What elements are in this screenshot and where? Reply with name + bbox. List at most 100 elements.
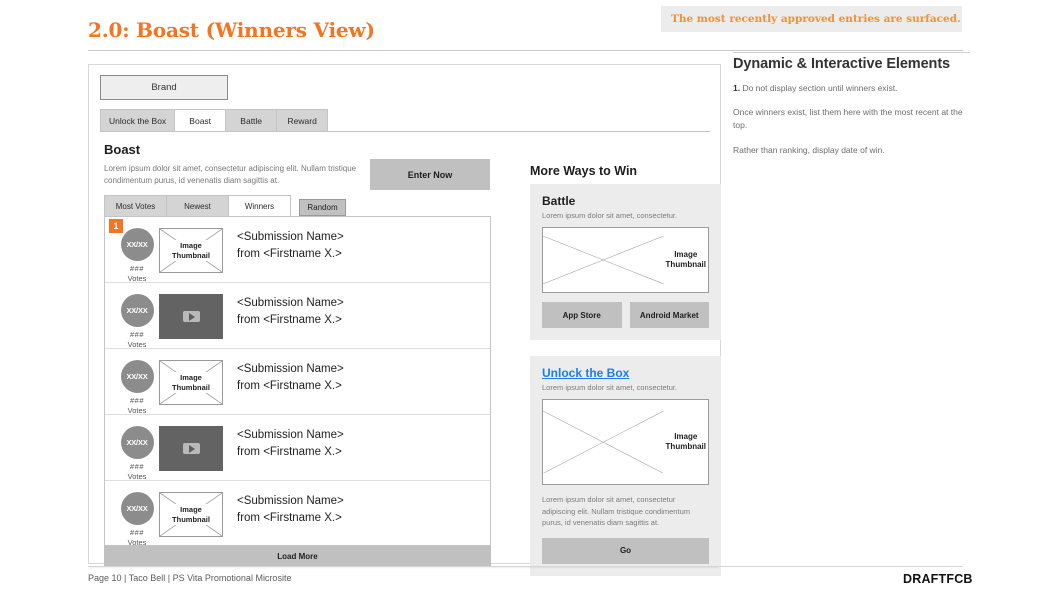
- footer-text: Page 10 | Taco Bell | PS Vita Promotiona…: [88, 573, 292, 583]
- play-icon[interactable]: [182, 311, 200, 322]
- thumbnail-label: Image Thumbnail: [663, 249, 708, 271]
- submission-name: <Submission Name>: [237, 231, 344, 243]
- note-text: Once winners exist, list them here with …: [733, 107, 963, 131]
- image-thumbnail[interactable]: Image Thumbnail: [159, 492, 223, 537]
- vote-count: ###: [129, 462, 144, 471]
- tab-reward[interactable]: Reward: [276, 109, 329, 131]
- date-circle: XX/XX: [120, 360, 154, 393]
- callout-banner: The most recently approved entries are s…: [661, 6, 962, 32]
- thumbnail-label: Image Thumbnail: [170, 240, 212, 261]
- battle-image-thumbnail[interactable]: Image Thumbnail: [542, 227, 709, 293]
- play-triangle-icon: [189, 444, 195, 453]
- placeholder-cross-icon: [543, 236, 664, 284]
- submission-name: <Submission Name>: [237, 495, 344, 507]
- annotation-badge-1: 1: [109, 219, 123, 233]
- brand-logo[interactable]: Brand: [100, 75, 228, 100]
- battle-buttons: App Store Android Market: [542, 302, 709, 328]
- main-tab-bar: Unlock the Box Boast Battle Reward: [100, 109, 710, 132]
- submission-author: from <Firstname X.>: [237, 445, 342, 458]
- section-title: Boast: [104, 142, 141, 157]
- page-title: 2.0: Boast (Winners View): [88, 18, 375, 42]
- app-store-button[interactable]: App Store: [542, 302, 622, 328]
- date-circle: XX/XX: [120, 426, 154, 459]
- video-thumbnail[interactable]: [159, 426, 223, 471]
- play-triangle-icon: [189, 312, 195, 321]
- header-divider: [88, 50, 963, 51]
- battle-card: Battle Lorem ipsum dolor sit amet, conse…: [530, 184, 721, 340]
- list-item[interactable]: XX/XX ### Votes Image Thumbnail <Submissi…: [105, 481, 490, 546]
- list-item[interactable]: XX/XX ### Votes Image Thumbnail <Submissi…: [105, 349, 490, 415]
- vote-label: Votes: [127, 472, 147, 481]
- thumb-line-1: Image: [180, 373, 202, 383]
- list-item[interactable]: XX/XX ### Votes <Submission Name> from <…: [105, 415, 490, 481]
- section-description: Lorem ipsum dolor sit amet, consectetur …: [104, 164, 357, 185]
- thumb-line-2: Thumbnail: [172, 382, 210, 392]
- submission-author: from <Firstname X.>: [237, 247, 342, 260]
- note-item: Once winners exist, list them here with …: [733, 106, 973, 132]
- thumbnail-label: Image Thumbnail: [170, 504, 212, 525]
- thumb-line-1: Image: [180, 241, 202, 251]
- load-more-button[interactable]: Load More: [104, 546, 491, 566]
- thumb-line-2: Thumbnail: [172, 514, 210, 524]
- notes-panel: Dynamic & Interactive Elements 1. Do not…: [733, 56, 973, 168]
- thumbnail-label: Image Thumbnail: [663, 431, 708, 453]
- list-item[interactable]: XX/XX ### Votes Image Thumbnail <Submissi…: [105, 217, 490, 283]
- tab-boast[interactable]: Boast: [174, 109, 227, 131]
- thumb-line-1: Image: [674, 432, 698, 441]
- sub-tab-bar: Most Votes Newest Winners Random: [104, 195, 507, 216]
- thumbnail-label: Image Thumbnail: [170, 372, 212, 393]
- list-item[interactable]: XX/XX ### Votes <Submission Name> from <…: [105, 283, 490, 349]
- vote-count: ###: [129, 330, 144, 339]
- submission-text: <Submission Name> from <Firstname X.>: [237, 294, 344, 328]
- vote-column: XX/XX ### Votes: [115, 492, 159, 546]
- unlock-body: Lorem ipsum dolor sit amet, consectetur …: [542, 495, 690, 528]
- unlock-heading-link[interactable]: Unlock the Box: [542, 366, 709, 380]
- submission-author: from <Firstname X.>: [237, 379, 342, 392]
- thumb-line-2: Thumbnail: [665, 442, 706, 451]
- submission-text: <Submission Name> from <Firstname X.>: [237, 228, 344, 262]
- image-thumbnail[interactable]: Image Thumbnail: [159, 228, 223, 273]
- date-circle: XX/XX: [120, 492, 154, 525]
- vote-count: ###: [129, 396, 144, 405]
- vote-count: ###: [129, 264, 144, 273]
- subtab-most-votes[interactable]: Most Votes: [104, 195, 167, 216]
- submission-name: <Submission Name>: [237, 429, 344, 441]
- random-button[interactable]: Random: [299, 199, 346, 216]
- submission-text: <Submission Name> from <Firstname X.>: [237, 426, 344, 460]
- note-item: Rather than ranking, display date of win…: [733, 144, 973, 157]
- slide-page: 2.0: Boast (Winners View) The most recen…: [0, 0, 1055, 600]
- vote-label: Votes: [127, 538, 147, 546]
- note-text: Do not display section until winners exi…: [740, 83, 898, 93]
- vote-column: XX/XX ### Votes: [115, 294, 159, 349]
- battle-sub: Lorem ipsum dolor sit amet, consectetur.: [542, 211, 678, 220]
- tab-unlock-the-box[interactable]: Unlock the Box: [100, 109, 176, 131]
- submission-name: <Submission Name>: [237, 363, 344, 375]
- battle-heading: Battle: [542, 194, 576, 208]
- placeholder-cross-icon: [543, 410, 664, 474]
- date-circle: XX/XX: [120, 228, 154, 261]
- submission-author: from <Firstname X.>: [237, 511, 342, 524]
- date-circle: XX/XX: [120, 294, 154, 327]
- video-thumbnail[interactable]: [159, 294, 223, 339]
- agency-logo: DRAFTFCB: [903, 572, 973, 586]
- vote-column: XX/XX ### Votes: [115, 228, 159, 283]
- submission-text: <Submission Name> from <Firstname X.>: [237, 360, 344, 394]
- vote-label: Votes: [127, 406, 147, 415]
- unlock-image-thumbnail[interactable]: Image Thumbnail: [542, 399, 709, 485]
- enter-now-button[interactable]: Enter Now: [370, 159, 490, 190]
- thumb-line-1: Image: [674, 250, 698, 259]
- android-market-button[interactable]: Android Market: [629, 302, 709, 328]
- note-item: 1. Do not display section until winners …: [733, 82, 973, 95]
- vote-label: Votes: [127, 340, 147, 349]
- submission-name: <Submission Name>: [237, 297, 344, 309]
- submission-author: from <Firstname X.>: [237, 313, 342, 326]
- subtab-winners[interactable]: Winners: [228, 195, 291, 216]
- subtab-newest[interactable]: Newest: [166, 195, 229, 216]
- vote-column: XX/XX ### Votes: [115, 426, 159, 481]
- thumb-line-2: Thumbnail: [665, 260, 706, 269]
- image-thumbnail[interactable]: Image Thumbnail: [159, 360, 223, 405]
- tab-battle[interactable]: Battle: [225, 109, 278, 131]
- notes-title: Dynamic & Interactive Elements: [733, 56, 951, 72]
- go-button[interactable]: Go: [542, 537, 709, 564]
- play-icon[interactable]: [182, 443, 200, 454]
